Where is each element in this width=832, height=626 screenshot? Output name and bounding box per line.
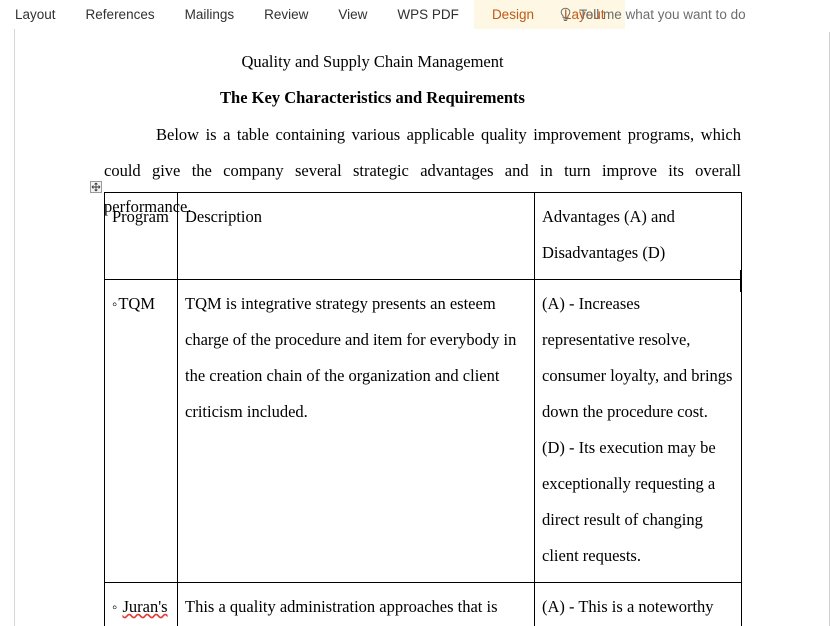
table-row: Juran's Trilogy This a quality administr… — [104, 582, 742, 626]
document-title: Quality and Supply Chain Management — [241, 52, 504, 71]
row-tqm-advantages[interactable]: (A) - Increases representative resolve, … — [534, 279, 742, 583]
ribbon-tab-design[interactable]: Design — [473, 0, 549, 29]
tell-me-box[interactable]: Tell me what you want to do — [559, 0, 746, 29]
row-juran-description-text: This a quality administration approaches… — [185, 597, 498, 616]
page-edge-left-divider — [14, 29, 15, 626]
text-caret — [740, 270, 742, 292]
row-tqm-description-text: TQM is integrative strategy presents an … — [185, 294, 517, 421]
row-tqm-description[interactable]: TQM is integrative strategy presents an … — [177, 279, 535, 583]
row-tqm-program[interactable]: TQM — [104, 279, 178, 583]
table-header-program[interactable]: Program — [104, 192, 178, 280]
row-tqm-disadvantage-text: (D) - Its execution may be exceptionally… — [542, 438, 716, 565]
ribbon-tab-references[interactable]: References — [71, 0, 170, 29]
lightbulb-icon — [559, 7, 572, 22]
ribbon-tab-list: Layout References Mailings Review View W… — [0, 0, 625, 29]
header-advantages-line1: Advantages (A) and — [542, 207, 675, 226]
ribbon-bar: Layout References Mailings Review View W… — [0, 0, 832, 29]
table-header-advantages[interactable]: Advantages (A) and Disadvantages (D) — [534, 192, 742, 280]
header-advantages-line2: Disadvantages (D) — [542, 243, 666, 262]
table-row: TQM TQM is integrative strategy presents… — [104, 279, 742, 583]
document-subtitle: The Key Characteristics and Requirements — [220, 88, 525, 107]
header-program-text: Program — [112, 207, 169, 226]
row-juran-advantages[interactable]: (A) - This is a noteworthy player in qua… — [534, 582, 742, 626]
table-move-handle-icon[interactable] — [90, 181, 102, 193]
table-header-row: Program Description Advantages (A) and D… — [104, 192, 742, 280]
ribbon-tab-mailings[interactable]: Mailings — [170, 0, 250, 29]
row-juran-program-line1: Juran's — [112, 589, 170, 626]
row-tqm-program-text: TQM — [112, 286, 170, 323]
document-canvas[interactable]: Quality and Supply Chain Management The … — [0, 29, 832, 626]
tell-me-label: Tell me what you want to do — [579, 7, 746, 22]
page-edge-right-divider — [829, 32, 830, 626]
table-header-description[interactable]: Description — [177, 192, 535, 280]
row-juran-description[interactable]: This a quality administration approaches… — [177, 582, 535, 626]
ribbon-tab-wps-pdf[interactable]: WPS PDF — [382, 0, 474, 29]
misspelled-word: Juran's — [122, 597, 168, 616]
row-juran-advantage-text: (A) - This is a noteworthy player in qua… — [542, 597, 714, 616]
header-description-text: Description — [185, 207, 262, 226]
row-tqm-advantage-text: (A) - Increases representative resolve, … — [542, 294, 733, 421]
programs-table[interactable]: Program Description Advantages (A) and D… — [104, 192, 742, 626]
ribbon-tab-view[interactable]: View — [323, 0, 382, 29]
ribbon-tab-layout[interactable]: Layout — [0, 0, 71, 29]
ribbon-tab-review[interactable]: Review — [249, 0, 323, 29]
row-juran-program[interactable]: Juran's Trilogy — [104, 582, 178, 626]
